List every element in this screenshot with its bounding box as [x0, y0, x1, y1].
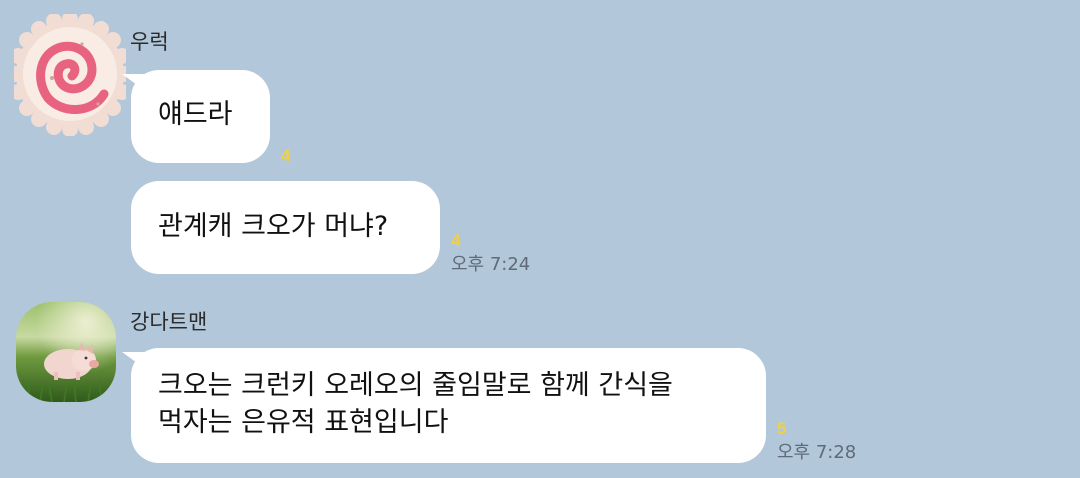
avatar-fishcake[interactable]	[14, 14, 126, 136]
unread-count: 5	[777, 419, 787, 438]
message-text: 얘드라	[158, 99, 233, 130]
message-bubble[interactable]: 얘드라	[131, 70, 270, 163]
message-text-line: 크오는 크런키 오레오의 줄임말로 함께 간식을	[158, 370, 673, 401]
unread-count: 4	[281, 146, 291, 165]
timestamp: 오후 7:24	[451, 254, 531, 275]
message-bubble[interactable]: 크오는 크런키 오레오의 줄임말로 함께 간식을 먹자는 은유적 표현입니다	[131, 348, 766, 463]
narutomaki-icon	[14, 14, 126, 136]
timestamp: 오후 7:28	[777, 442, 857, 463]
piglet-photo-icon	[16, 302, 116, 402]
avatar-piglet[interactable]	[16, 302, 116, 402]
message-text: 관계캐 크오가 머냐?	[158, 211, 389, 242]
message-bubble[interactable]: 관계캐 크오가 머냐?	[131, 181, 440, 274]
sender-name: 우럭	[130, 30, 169, 54]
message-text-line: 먹자는 은유적 표현입니다	[158, 407, 449, 438]
sender-name: 강다트맨	[130, 310, 208, 334]
unread-count: 4	[451, 231, 461, 250]
